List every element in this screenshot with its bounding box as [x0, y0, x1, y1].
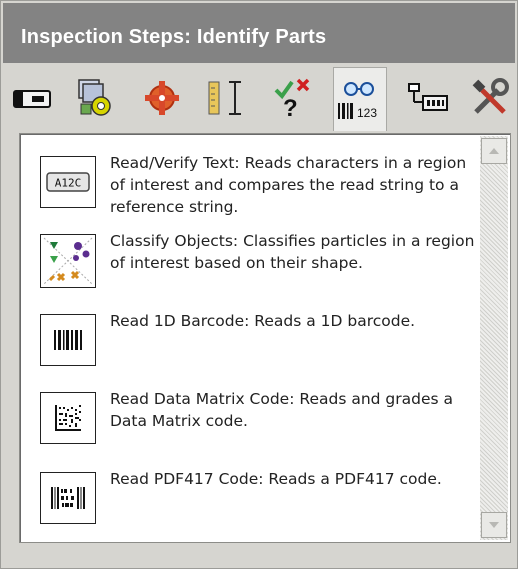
list-item-text: Read/Verify Text: Reads characters in a …	[110, 154, 467, 216]
barcode-1d-icon	[40, 314, 96, 366]
data-matrix-icon	[40, 392, 96, 444]
check-pass-fail-icon: ?	[274, 78, 310, 120]
steps-list[interactable]: A12C Read/Verify Text: Reads characters …	[19, 133, 511, 543]
tool-image-processing[interactable]	[69, 71, 123, 125]
scroll-down-button[interactable]	[481, 512, 507, 538]
tools-icon	[472, 78, 509, 114]
identify-parts-icon: 123	[338, 81, 377, 120]
svg-text:?: ?	[283, 95, 298, 120]
locate-target-icon	[145, 81, 179, 115]
read-verify-text-icon-label: A12C	[55, 177, 82, 190]
tool-locate[interactable]	[135, 71, 189, 125]
tool-settings[interactable]	[463, 71, 517, 125]
tool-identify-parts[interactable]: 123	[333, 67, 387, 131]
measure-icon	[208, 81, 241, 115]
list-item-text: Classify Objects: Classifies particles i…	[110, 232, 475, 272]
image-processing-icon	[78, 79, 111, 116]
classify-objects-icon	[40, 234, 96, 288]
read-verify-text-icon: A12C	[40, 156, 96, 208]
camera-icon	[13, 90, 51, 108]
panel-titlebar: Inspection Steps: Identify Parts	[3, 3, 515, 63]
panel-title: Inspection Steps: Identify Parts	[21, 26, 327, 48]
identify-parts-label: 123	[357, 106, 377, 120]
scroll-up-button[interactable]	[481, 138, 507, 164]
tool-camera[interactable]	[7, 71, 61, 125]
arrow-up-icon	[489, 148, 499, 154]
vertical-scrollbar[interactable]	[480, 136, 508, 540]
inspection-toolbar: ? 123	[3, 63, 517, 131]
tool-communication[interactable]	[401, 71, 455, 125]
communication-icon	[408, 83, 448, 111]
list-item-text: Read Data Matrix Code: Reads and grades …	[110, 390, 453, 430]
list-item-text: Read 1D Barcode: Reads a 1D barcode.	[110, 312, 416, 330]
tool-measure[interactable]	[199, 71, 253, 125]
list-item-text: Read PDF417 Code: Reads a PDF417 code.	[110, 470, 442, 488]
tool-check[interactable]: ?	[265, 71, 319, 125]
arrow-down-icon	[489, 522, 499, 528]
inspection-steps-panel: Inspection Steps: Identify Parts ? 123 A…	[0, 0, 518, 569]
pdf417-icon	[40, 472, 96, 524]
